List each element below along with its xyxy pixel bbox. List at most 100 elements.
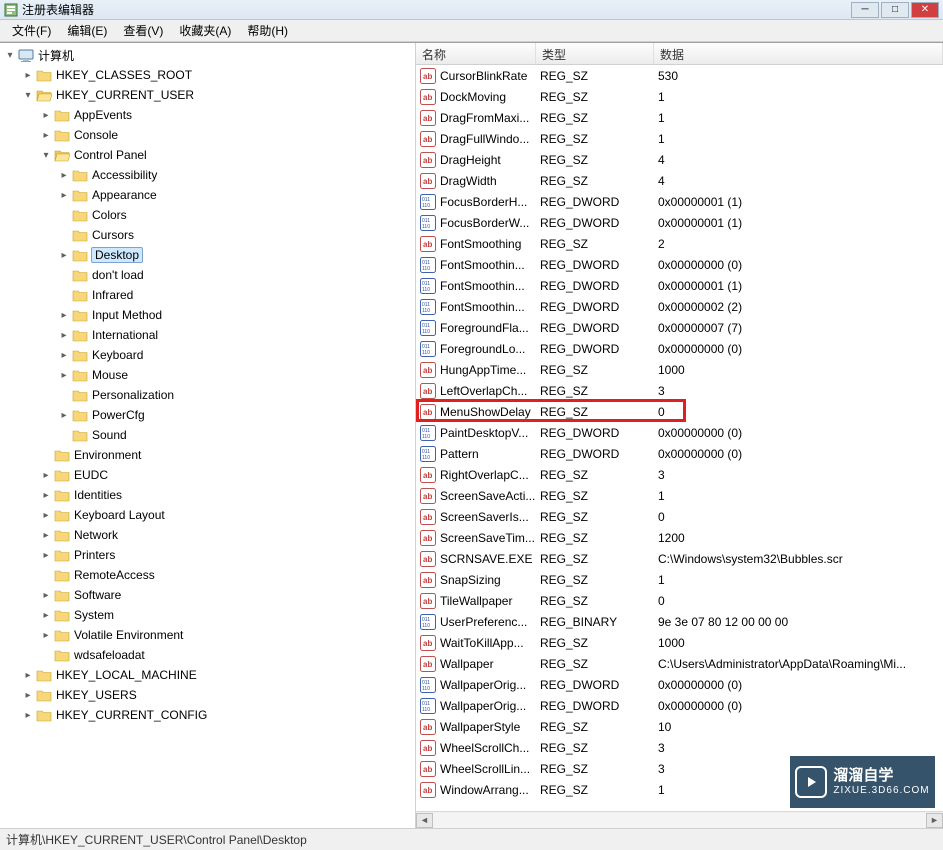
value-row[interactable]: WaitToKillApp... REG_SZ 1000: [416, 632, 943, 653]
value-row[interactable]: FontSmoothin... REG_DWORD 0x00000000 (0): [416, 254, 943, 275]
tree-system[interactable]: ▸ System: [0, 605, 415, 625]
tree-cp-colors[interactable]: Colors: [0, 205, 415, 225]
value-row[interactable]: FontSmoothing REG_SZ 2: [416, 233, 943, 254]
expander-icon[interactable]: ▸: [40, 549, 52, 561]
tree-cp-infrared[interactable]: Infrared: [0, 285, 415, 305]
value-row[interactable]: TileWallpaper REG_SZ 0: [416, 590, 943, 611]
value-row[interactable]: WallpaperOrig... REG_DWORD 0x00000000 (0…: [416, 695, 943, 716]
value-row[interactable]: UserPreferenc... REG_BINARY 9e 3e 07 80 …: [416, 611, 943, 632]
value-row[interactable]: ForegroundLo... REG_DWORD 0x00000000 (0): [416, 338, 943, 359]
tree-hkcu[interactable]: ▾ HKEY_CURRENT_USER: [0, 85, 415, 105]
value-row[interactable]: Wallpaper REG_SZ C:\Users\Administrator\…: [416, 653, 943, 674]
value-row[interactable]: DragFromMaxi... REG_SZ 1: [416, 107, 943, 128]
expander-icon[interactable]: ▸: [40, 489, 52, 501]
expander-icon[interactable]: ▸: [58, 409, 70, 421]
tree-cp-desktop[interactable]: ▸ Desktop: [0, 245, 415, 265]
tree-pane[interactable]: ▾ 计算机 ▸ HKEY_CLASSES_ROOT ▾ HKEY_CURRENT…: [0, 43, 416, 828]
value-row[interactable]: PaintDesktopV... REG_DWORD 0x00000000 (0…: [416, 422, 943, 443]
value-row[interactable]: ForegroundFla... REG_DWORD 0x00000007 (7…: [416, 317, 943, 338]
expander-icon[interactable]: ▸: [22, 69, 34, 81]
tree-software[interactable]: ▸ Software: [0, 585, 415, 605]
menu-favorites[interactable]: 收藏夹(A): [171, 20, 239, 41]
tree-computer[interactable]: ▾ 计算机: [0, 45, 415, 65]
col-header-type[interactable]: 类型: [536, 43, 654, 64]
menu-edit[interactable]: 编辑(E): [59, 20, 115, 41]
maximize-button[interactable]: □: [881, 2, 909, 18]
horizontal-scrollbar[interactable]: ◄ ►: [416, 811, 943, 828]
value-row[interactable]: FocusBorderH... REG_DWORD 0x00000001 (1): [416, 191, 943, 212]
expander-icon[interactable]: ▸: [22, 669, 34, 681]
expander-icon[interactable]: ▸: [58, 329, 70, 341]
expander-icon[interactable]: ▾: [40, 149, 52, 161]
scroll-left-button[interactable]: ◄: [416, 813, 433, 828]
tree-network[interactable]: ▸ Network: [0, 525, 415, 545]
tree-hklm[interactable]: ▸ HKEY_LOCAL_MACHINE: [0, 665, 415, 685]
expander-icon[interactable]: ▸: [40, 469, 52, 481]
value-row[interactable]: FontSmoothin... REG_DWORD 0x00000001 (1): [416, 275, 943, 296]
scroll-right-button[interactable]: ►: [926, 813, 943, 828]
value-row[interactable]: DragFullWindo... REG_SZ 1: [416, 128, 943, 149]
tree-cp-mouse[interactable]: ▸ Mouse: [0, 365, 415, 385]
tree-keyboard_layout[interactable]: ▸ Keyboard Layout: [0, 505, 415, 525]
value-row[interactable]: HungAppTime... REG_SZ 1000: [416, 359, 943, 380]
value-row[interactable]: DragWidth REG_SZ 4: [416, 170, 943, 191]
expander-icon[interactable]: ▸: [58, 349, 70, 361]
value-row[interactable]: ScreenSaveTim... REG_SZ 1200: [416, 527, 943, 548]
value-row[interactable]: Pattern REG_DWORD 0x00000000 (0): [416, 443, 943, 464]
tree-hkcr[interactable]: ▸ HKEY_CLASSES_ROOT: [0, 65, 415, 85]
tree-eudc[interactable]: ▸ EUDC: [0, 465, 415, 485]
expander-icon[interactable]: ▸: [40, 589, 52, 601]
tree-identities[interactable]: ▸ Identities: [0, 485, 415, 505]
list-body[interactable]: CursorBlinkRate REG_SZ 530 DockMoving RE…: [416, 65, 943, 811]
minimize-button[interactable]: ─: [851, 2, 879, 18]
value-row[interactable]: DragHeight REG_SZ 4: [416, 149, 943, 170]
tree-hku[interactable]: ▸ HKEY_USERS: [0, 685, 415, 705]
close-button[interactable]: ✕: [911, 2, 939, 18]
value-row[interactable]: FontSmoothin... REG_DWORD 0x00000002 (2): [416, 296, 943, 317]
tree-control-panel[interactable]: ▾ Control Panel: [0, 145, 415, 165]
value-row[interactable]: WallpaperOrig... REG_DWORD 0x00000000 (0…: [416, 674, 943, 695]
tree-remoteaccess[interactable]: RemoteAccess: [0, 565, 415, 585]
tree-console[interactable]: ▸ Console: [0, 125, 415, 145]
expander-icon[interactable]: ▸: [40, 129, 52, 141]
value-row[interactable]: SCRNSAVE.EXE REG_SZ C:\Windows\system32\…: [416, 548, 943, 569]
menu-help[interactable]: 帮助(H): [239, 20, 296, 41]
value-row[interactable]: DockMoving REG_SZ 1: [416, 86, 943, 107]
col-header-name[interactable]: 名称: [416, 43, 536, 64]
tree-cp-cursors[interactable]: Cursors: [0, 225, 415, 245]
tree-cp-input-method[interactable]: ▸ Input Method: [0, 305, 415, 325]
value-row[interactable]: CursorBlinkRate REG_SZ 530: [416, 65, 943, 86]
tree-cp-appearance[interactable]: ▸ Appearance: [0, 185, 415, 205]
value-row[interactable]: LeftOverlapCh... REG_SZ 3: [416, 380, 943, 401]
tree-cp-international[interactable]: ▸ International: [0, 325, 415, 345]
value-row[interactable]: ScreenSaveActi... REG_SZ 1: [416, 485, 943, 506]
tree-cp-personalization[interactable]: Personalization: [0, 385, 415, 405]
tree-wdsafeloadat[interactable]: wdsafeloadat: [0, 645, 415, 665]
expander-icon[interactable]: ▸: [58, 309, 70, 321]
expander-icon[interactable]: ▸: [58, 169, 70, 181]
value-row[interactable]: FocusBorderW... REG_DWORD 0x00000001 (1): [416, 212, 943, 233]
menu-file[interactable]: 文件(F): [4, 20, 59, 41]
value-row[interactable]: RightOverlapC... REG_SZ 3: [416, 464, 943, 485]
tree-cp-accessibility[interactable]: ▸ Accessibility: [0, 165, 415, 185]
expander-icon[interactable]: ▸: [40, 109, 52, 121]
tree-cp-powercfg[interactable]: ▸ PowerCfg: [0, 405, 415, 425]
expander-icon[interactable]: ▸: [40, 609, 52, 621]
tree-appevents[interactable]: ▸ AppEvents: [0, 105, 415, 125]
expander-icon[interactable]: ▸: [58, 189, 70, 201]
value-row[interactable]: SnapSizing REG_SZ 1: [416, 569, 943, 590]
value-row[interactable]: MenuShowDelay REG_SZ 0: [416, 401, 943, 422]
tree-hkcc[interactable]: ▸ HKEY_CURRENT_CONFIG: [0, 705, 415, 725]
expander-icon[interactable]: ▾: [22, 89, 34, 101]
col-header-data[interactable]: 数据: [654, 43, 943, 64]
expander-icon[interactable]: ▸: [22, 709, 34, 721]
scroll-track[interactable]: [433, 813, 926, 828]
expander-icon[interactable]: ▸: [40, 629, 52, 641]
expander-icon[interactable]: ▸: [40, 529, 52, 541]
menu-view[interactable]: 查看(V): [115, 20, 171, 41]
tree-cp-keyboard[interactable]: ▸ Keyboard: [0, 345, 415, 365]
tree-environment[interactable]: Environment: [0, 445, 415, 465]
expander-icon[interactable]: ▸: [40, 509, 52, 521]
expander-icon[interactable]: ▾: [4, 49, 16, 61]
tree-cp-sound[interactable]: Sound: [0, 425, 415, 445]
